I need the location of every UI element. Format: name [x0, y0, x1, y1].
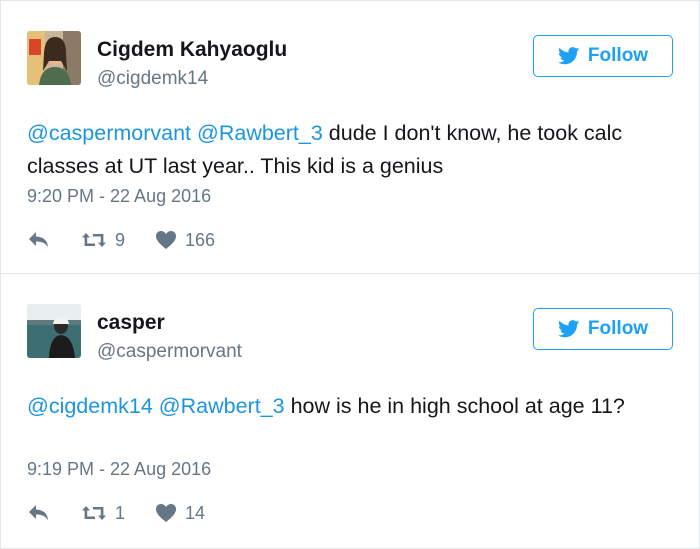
tweet-actions: 1 14: [27, 500, 205, 526]
like-button[interactable]: 166: [155, 230, 215, 251]
display-name[interactable]: Cigdem Kahyaoglu: [97, 37, 287, 63]
mention-link[interactable]: @cigdemk14: [27, 394, 153, 418]
reply-icon: [29, 505, 48, 520]
tweet-header: casper @caspermorvant Follow: [27, 304, 673, 364]
retweet-button[interactable]: 1: [81, 503, 155, 524]
bird-icon: [557, 47, 580, 65]
display-name[interactable]: casper: [97, 310, 242, 336]
tweet-text: @caspermorvant @Rawbert_3 dude I don't k…: [27, 117, 659, 183]
avatar[interactable]: [27, 31, 81, 85]
follow-button[interactable]: Follow: [533, 35, 673, 77]
user-names: Cigdem Kahyaoglu @cigdemk14: [97, 37, 287, 92]
avatar[interactable]: [27, 304, 81, 358]
tweet-header: Cigdem Kahyaoglu @cigdemk14 Follow: [27, 31, 673, 91]
reply-button[interactable]: [27, 503, 81, 523]
retweet-icon: [82, 233, 106, 247]
user-names: casper @caspermorvant: [97, 310, 242, 365]
tweet-text: @cigdemk14 @Rawbert_3 how is he in high …: [27, 390, 659, 423]
follow-button-label: Follow: [587, 318, 649, 339]
mention-link[interactable]: @Rawbert_3: [197, 121, 323, 145]
tweet-card: casper @caspermorvant Follow @cigdemk14 …: [0, 274, 700, 549]
like-count: 166: [185, 229, 216, 250]
heart-icon: [156, 504, 176, 522]
bird-icon: [557, 320, 580, 338]
user-handle[interactable]: @cigdemk14: [97, 66, 287, 92]
like-count: 14: [185, 502, 206, 523]
mention-link[interactable]: @Rawbert_3: [159, 394, 285, 418]
tweet-actions: 9 166: [27, 227, 215, 253]
follow-button[interactable]: Follow: [533, 308, 673, 350]
tweet-timestamp[interactable]: 9:19 PM - 22 Aug 2016: [27, 459, 211, 480]
like-button[interactable]: 14: [155, 503, 205, 524]
retweet-count: 9: [115, 229, 126, 250]
tweet-timestamp[interactable]: 9:20 PM - 22 Aug 2016: [27, 186, 211, 207]
mention-link[interactable]: @caspermorvant: [27, 121, 191, 145]
retweet-button[interactable]: 9: [81, 230, 155, 251]
tweet-text-segment: how is he in high school at age 11?: [284, 394, 625, 418]
user-handle[interactable]: @caspermorvant: [97, 339, 242, 365]
retweet-icon: [82, 506, 106, 520]
tweet-card: Cigdem Kahyaoglu @cigdemk14 Follow @casp…: [0, 0, 700, 274]
follow-button-label: Follow: [587, 45, 649, 66]
retweet-count: 1: [115, 502, 126, 523]
reply-button[interactable]: [27, 230, 81, 250]
heart-icon: [156, 231, 176, 249]
reply-icon: [29, 232, 48, 247]
